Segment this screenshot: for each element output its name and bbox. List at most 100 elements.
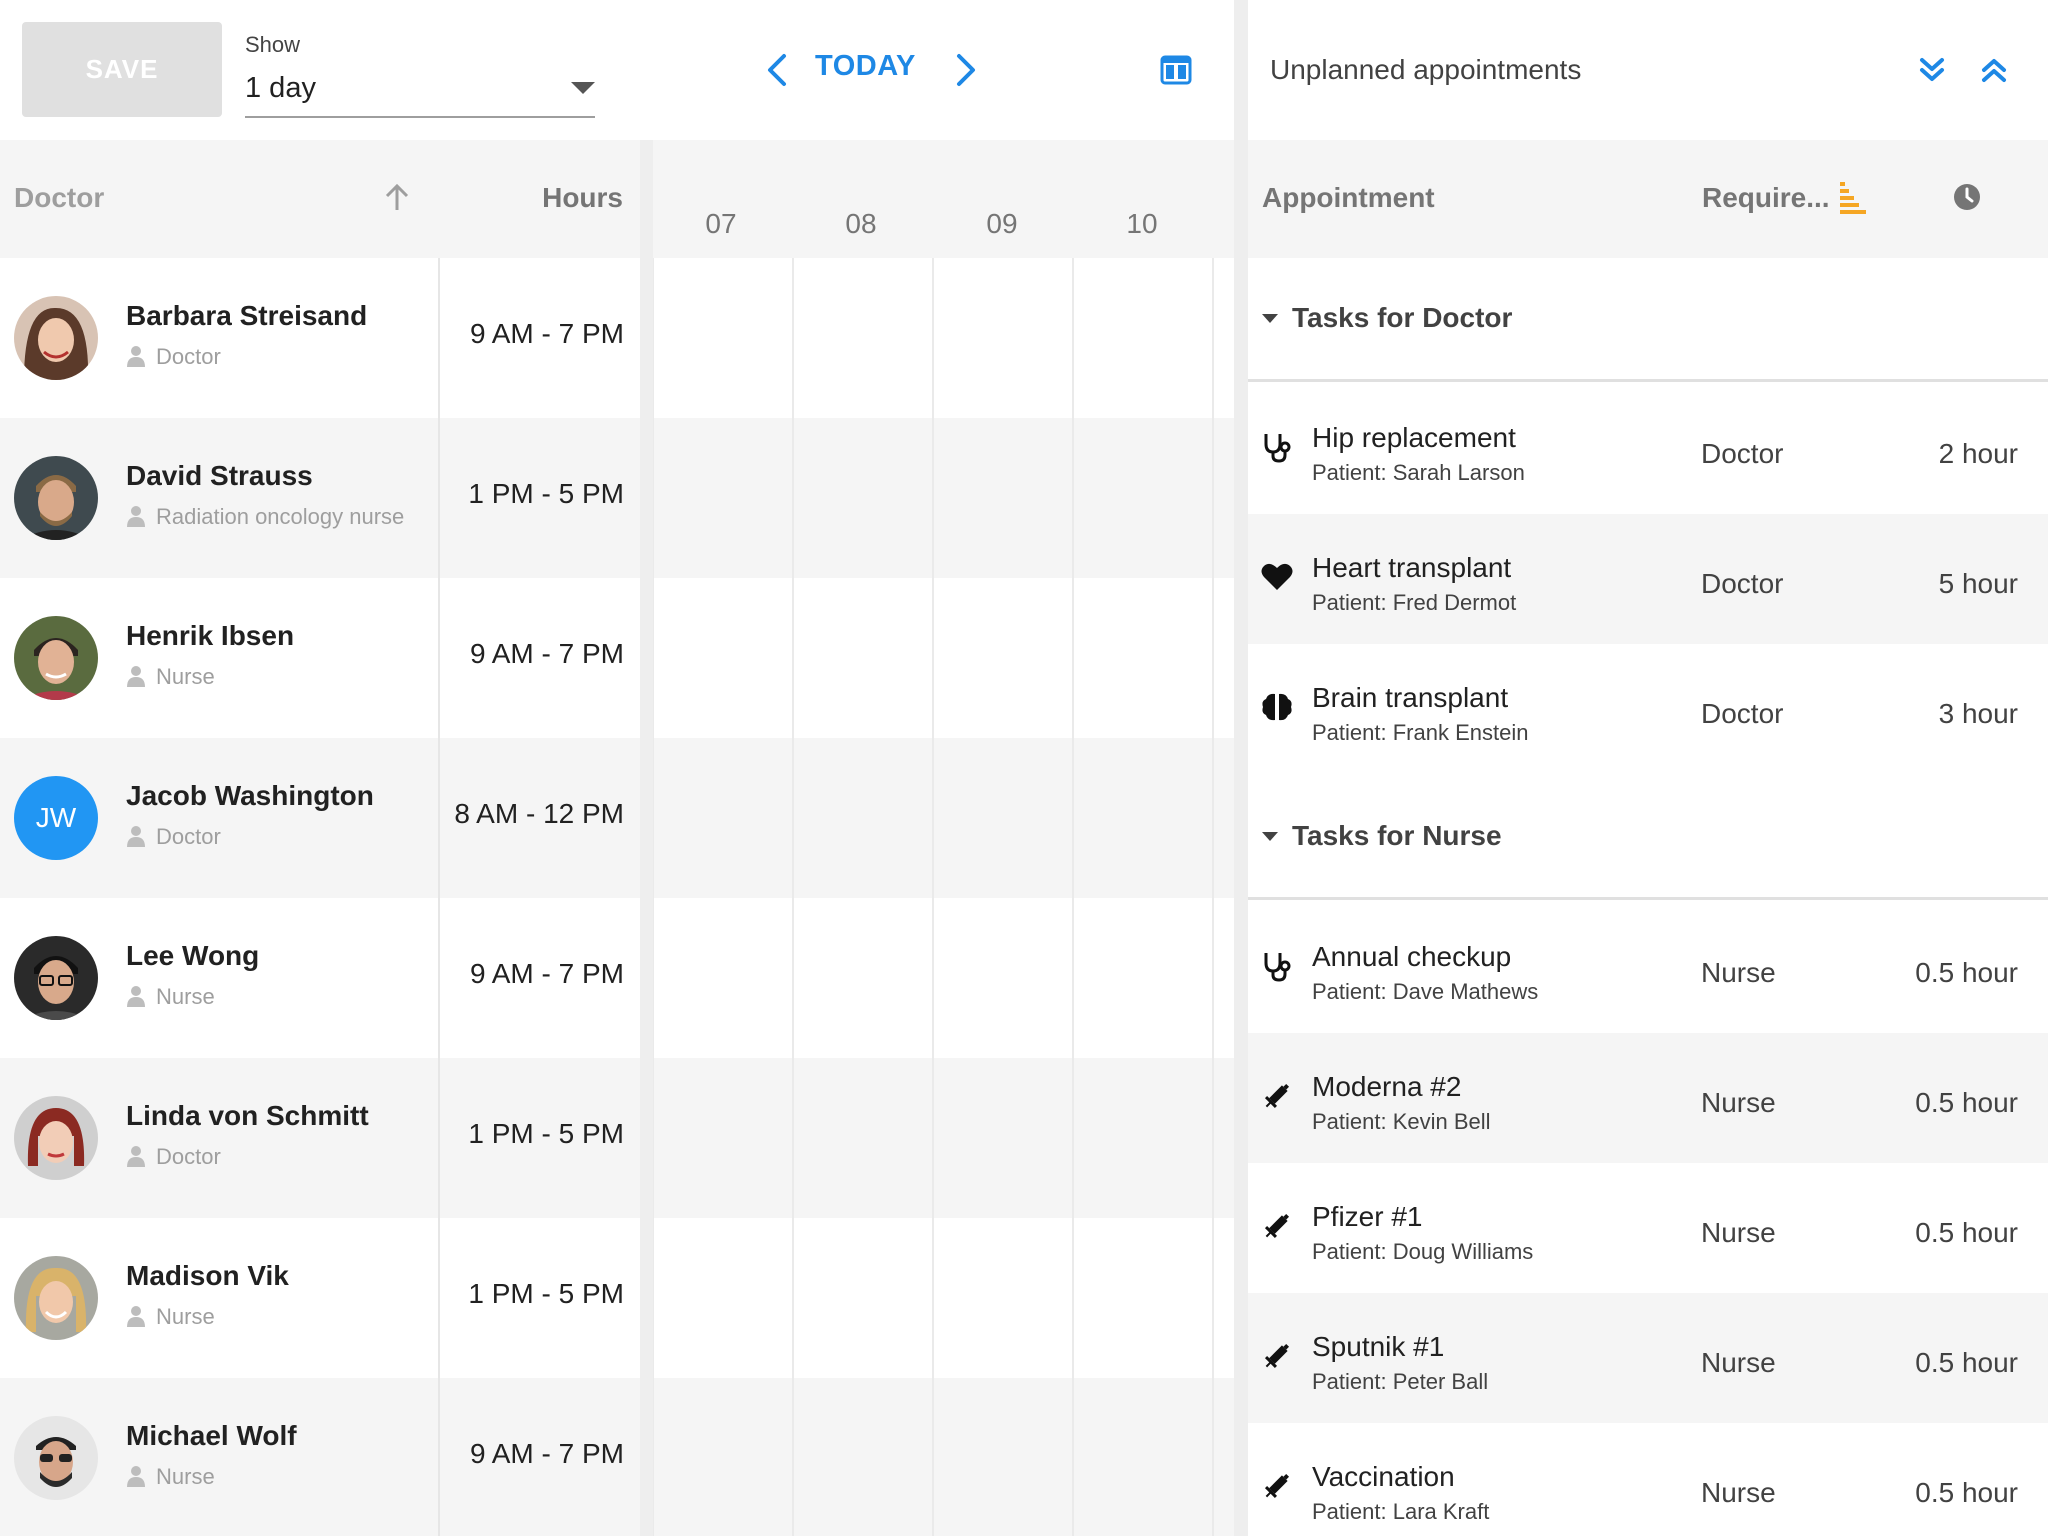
task-row[interactable]: Heart transplant Patient: Fred Dermot Do… xyxy=(1248,514,2048,644)
resource-row[interactable]: Linda von Schmitt Doctor 1 PM - 5 PM xyxy=(0,1058,1234,1218)
task-duration: 0.5 hour xyxy=(1915,1477,2018,1508)
show-label: Show xyxy=(245,32,301,57)
task-patient: Patient: Kevin Bell xyxy=(1312,1109,1491,1134)
avatar xyxy=(14,1416,98,1500)
task-duration: 0.5 hour xyxy=(1915,1217,2018,1248)
resource-row[interactable]: Henrik Ibsen Nurse 9 AM - 7 PM xyxy=(0,578,1234,738)
resource-row[interactable]: Madison Vik Nurse 1 PM - 5 PM xyxy=(0,1218,1234,1378)
task-row[interactable]: Moderna #2 Patient: Kevin Bell Nurse 0.5… xyxy=(1248,1033,2048,1163)
task-patient: Patient: Lara Kraft xyxy=(1312,1499,1490,1524)
sort-ascending-button[interactable] xyxy=(382,182,412,214)
save-button[interactable]: SAVE xyxy=(22,22,222,117)
split-view-button[interactable] xyxy=(1160,55,1192,85)
task-duration: 2 hour xyxy=(1938,438,2018,469)
column-header-appointment[interactable]: Appointment xyxy=(1262,182,1435,214)
resource-row[interactable]: Barbara Streisand Doctor 9 AM - 7 PM xyxy=(0,258,1234,418)
resource-name: Jacob Washington xyxy=(126,780,374,811)
time-tick: 08 xyxy=(845,208,877,239)
toolbar: SAVE Show 1 day TODAY xyxy=(0,0,1234,140)
timeline-gridline xyxy=(1212,898,1214,1058)
user-icon xyxy=(127,666,145,687)
stethoscope-icon xyxy=(1264,434,1291,463)
resource-hours: 9 AM - 7 PM xyxy=(469,638,624,669)
timeline-gridline xyxy=(932,898,934,1058)
timeline-gridline xyxy=(1072,898,1074,1058)
timeline-gridline xyxy=(792,1378,794,1536)
resource-role-text: Nurse xyxy=(156,664,215,689)
task-row[interactable]: Pfizer #1 Patient: Doug Williams Nurse 0… xyxy=(1248,1163,2048,1293)
timeline-gridline xyxy=(1212,738,1214,898)
task-row[interactable]: Sputnik #1 Patient: Peter Ball Nurse 0.5… xyxy=(1248,1293,2048,1423)
resource-row[interactable]: Lee Wong Nurse 9 AM - 7 PM xyxy=(0,898,1234,1058)
task-patient: Patient: Doug Williams xyxy=(1312,1239,1534,1264)
expand-all-button[interactable] xyxy=(1916,54,1948,86)
locked-column-splitter[interactable] xyxy=(640,140,653,1536)
timeline-gridline xyxy=(792,258,794,418)
collapse-all-button[interactable] xyxy=(1978,54,2010,86)
panel-splitter[interactable] xyxy=(1234,0,1248,1536)
next-button[interactable] xyxy=(945,48,985,92)
timeline-gridline xyxy=(1072,258,1074,418)
resource-row[interactable]: David Strauss Radiation oncology nurse 1… xyxy=(0,418,1234,578)
task-patient: Patient: Fred Dermot xyxy=(1312,590,1517,615)
task-required-role: Doctor xyxy=(1701,568,1784,599)
task-duration: 0.5 hour xyxy=(1915,957,2018,988)
resource-role: Nurse xyxy=(126,1464,215,1490)
column-header-hours[interactable]: Hours xyxy=(542,182,623,214)
task-row[interactable]: Annual checkup Patient: Dave Mathews Nur… xyxy=(1248,903,2048,1033)
resource-hours: 1 PM - 5 PM xyxy=(468,1278,624,1309)
task-required-role: Doctor xyxy=(1701,698,1784,729)
double-chevron-down-icon xyxy=(1920,58,1944,81)
column-divider xyxy=(438,1218,440,1378)
resource-role: Doctor xyxy=(126,1144,221,1170)
resource-role: Radiation oncology nurse xyxy=(126,504,404,530)
resource-name: Barbara Streisand xyxy=(126,300,368,331)
resource-role-text: Nurse xyxy=(156,1464,215,1489)
double-chevron-up-icon xyxy=(1982,59,2006,82)
task-row[interactable]: Vaccination Patient: Lara Kraft Nurse 0.… xyxy=(1248,1423,2048,1536)
timeline-gridline xyxy=(1212,418,1214,578)
syringe-icon xyxy=(1264,1473,1290,1499)
timeline-gridline xyxy=(792,738,794,898)
task-title: Moderna #2 xyxy=(1312,1071,1462,1102)
column-divider xyxy=(438,1378,440,1536)
user-icon xyxy=(127,826,145,847)
task-required-role: Nurse xyxy=(1701,1217,1776,1248)
resource-role: Nurse xyxy=(126,1304,215,1330)
resource-name: David Strauss xyxy=(126,460,313,491)
column-divider xyxy=(438,1058,440,1218)
grid-header: Doctor Hours 07 08 09 10 xyxy=(0,140,1234,258)
timeline-gridline xyxy=(1072,418,1074,578)
timeline-gridline xyxy=(932,1058,934,1218)
column-header-required[interactable]: Require... xyxy=(1702,182,1830,214)
resource-name: Michael Wolf xyxy=(126,1420,297,1451)
resource-row[interactable]: Michael Wolf Nurse 9 AM - 7 PM xyxy=(0,1378,1234,1536)
previous-button[interactable] xyxy=(758,48,798,92)
group-header-nurse[interactable]: Tasks for Nurse xyxy=(1248,776,2048,900)
resource-hours: 9 AM - 7 PM xyxy=(469,318,624,349)
task-duration: 3 hour xyxy=(1938,698,2018,729)
today-button[interactable]: TODAY xyxy=(815,50,916,83)
resource-role: Nurse xyxy=(126,984,215,1010)
timeline-gridline xyxy=(1212,1378,1214,1536)
column-header-doctor[interactable]: Doctor xyxy=(14,182,104,214)
column-divider xyxy=(438,738,440,898)
group-header-doctor[interactable]: Tasks for Doctor xyxy=(1248,258,2048,382)
caret-down-icon xyxy=(1262,832,1278,841)
resource-role: Doctor xyxy=(126,344,221,370)
user-icon xyxy=(127,986,145,1007)
task-row[interactable]: Brain transplant Patient: Frank Enstein … xyxy=(1248,644,2048,774)
task-title: Annual checkup xyxy=(1312,941,1512,972)
timeline-gridline xyxy=(932,1378,934,1536)
resource-role-text: Nurse xyxy=(156,984,215,1009)
sort-button[interactable] xyxy=(1838,180,1868,214)
duration-column-header[interactable] xyxy=(1952,182,1982,212)
task-row[interactable]: Hip replacement Patient: Sarah Larson Do… xyxy=(1248,384,2048,514)
show-select[interactable]: 1 day xyxy=(245,64,595,118)
resource-row[interactable]: JW Jacob Washington Doctor 8 AM - 12 PM xyxy=(0,738,1234,898)
task-required-role: Nurse xyxy=(1701,1477,1776,1508)
resource-hours: 9 AM - 7 PM xyxy=(469,958,624,989)
resource-name: Madison Vik xyxy=(126,1260,289,1291)
column-divider xyxy=(438,258,440,418)
user-icon xyxy=(127,1146,145,1167)
